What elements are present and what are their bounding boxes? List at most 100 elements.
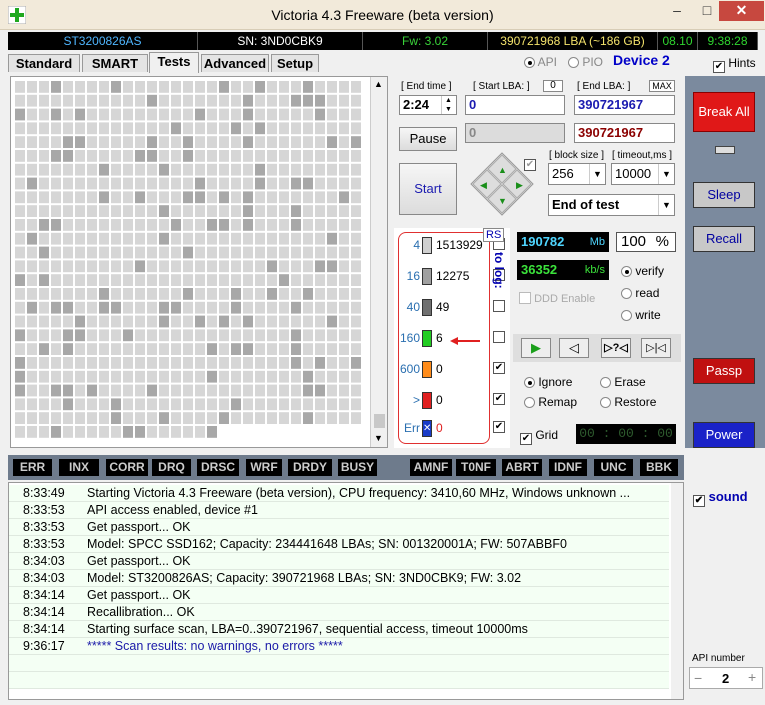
start-lba-zero-button[interactable]: 0 [543,80,563,92]
close-button[interactable]: ✕ [719,1,764,21]
grid-block [291,357,301,369]
pio-radio[interactable]: PIO [568,55,603,69]
grid-block [231,301,241,314]
grid-block [231,343,241,355]
tab-setup[interactable]: Setup [271,54,319,72]
tab-standard[interactable]: Standard [8,54,80,72]
grid-block [351,108,361,121]
stats-log-checkbox[interactable]: ✔ [493,421,505,433]
tab-tests[interactable]: Tests [149,52,199,73]
grid-block [15,219,25,231]
scroll-up-icon[interactable]: ▲ [374,79,383,89]
end-lba-input[interactable]: 390721967 [574,95,675,115]
grid-block [327,150,337,162]
grid-block [327,301,337,314]
minus-icon[interactable]: − [694,670,702,686]
to-end-icon[interactable]: ▷|◁ [641,338,671,358]
grid-block [51,343,61,355]
verify-radio[interactable]: verify [621,264,664,278]
grid-block [327,398,337,411]
skip-query-icon[interactable]: ▷?◁ [601,338,631,358]
maximize-button[interactable]: □ [692,1,722,21]
block-size-select[interactable]: 256 ▼ [548,163,606,185]
svg-text:▶: ▶ [516,180,523,190]
log-scrollbar[interactable] [671,483,683,699]
status-flag-t0nf: T0NF [456,459,496,476]
ignore-radio[interactable]: Ignore [524,375,572,389]
tab-advanced[interactable]: Advanced [201,54,269,72]
grid-block [267,163,277,176]
passp-button[interactable]: Passp [693,358,755,384]
scroll-thumb[interactable] [374,414,385,428]
grid-block [87,426,97,438]
grid-block [291,163,301,176]
api-radio[interactable]: API [524,55,557,69]
grid-block [135,94,145,107]
grid-block [51,122,61,135]
rewind-icon[interactable]: ◁ [559,338,589,358]
hints-checkbox[interactable]: ✔ Hints [713,56,756,73]
start-lba-input[interactable]: 0 [465,95,565,115]
read-radio[interactable]: read [621,286,659,300]
grid-block [207,274,217,286]
grid-block [147,412,157,424]
stats-log-checkbox[interactable] [493,331,505,343]
status-flag-abrt: ABRT [502,459,542,476]
grid-block [207,329,217,342]
log-time: 8:34:14 [23,588,65,602]
grid-block [255,384,265,397]
grid-block [327,343,337,355]
grid-block [75,94,85,107]
grid-block [111,108,121,121]
erase-radio[interactable]: Erase [600,375,646,389]
grid-block [195,370,205,383]
grid-block [207,191,217,204]
sleep-button[interactable]: Sleep [693,182,755,208]
grid-block [147,108,157,121]
end-action-select[interactable]: End of test ▼ [548,194,675,216]
minimize-button[interactable]: – [662,1,692,21]
direction-lock-checkbox[interactable]: ✔ [524,154,536,171]
pause-button[interactable]: Pause [399,127,457,151]
grid-block [207,260,217,273]
grid-block [171,370,181,383]
grid-block [159,177,169,190]
recall-button[interactable]: Recall [693,226,755,252]
stats-log-checkbox[interactable]: ✔ [493,362,505,374]
power-button[interactable]: Power [693,422,755,448]
grid-block [255,136,265,148]
grid-block [327,274,337,286]
grid-block [135,246,145,259]
remap-radio[interactable]: Remap [524,395,577,409]
reset-stats-button[interactable]: RS [483,228,505,242]
grid-checkbox[interactable]: ✔ Grid [520,428,558,445]
grid-block [39,108,49,121]
grid-block [195,232,205,245]
stats-log-checkbox[interactable]: ✔ [493,393,505,405]
grid-block [123,150,133,162]
grid-block [183,246,193,259]
sound-checkbox[interactable]: ✔ sound [693,489,748,507]
start-button[interactable]: Start [399,163,457,215]
grid-block [243,274,253,286]
grid-block [219,150,229,162]
end-lba-max-button[interactable]: MAX [649,80,675,92]
restore-radio[interactable]: Restore [600,395,656,409]
break-all-button[interactable]: Break All [693,92,755,132]
plus-icon[interactable]: + [748,669,756,685]
grid-block [87,108,97,121]
scroll-down-icon[interactable]: ▼ [374,433,383,443]
ddd-enable-checkbox[interactable]: DDD Enable [519,292,595,305]
play-icon[interactable]: ▶ [521,338,551,358]
grid-block [231,412,241,424]
grid-block [243,398,253,411]
start-lba-label: [ Start LBA: ] [473,81,530,92]
api-number-stepper[interactable]: − 2 + [689,667,763,689]
grid-block [15,398,25,411]
grid-block [255,412,265,424]
end-time-spinner[interactable]: ▲ ▼ [441,96,455,114]
write-radio[interactable]: write [621,308,661,322]
grid-scrollbar[interactable]: ▲ ▼ [370,77,387,447]
tab-smart[interactable]: SMART [82,54,148,72]
timeout-select[interactable]: 10000 ▼ [611,163,675,185]
